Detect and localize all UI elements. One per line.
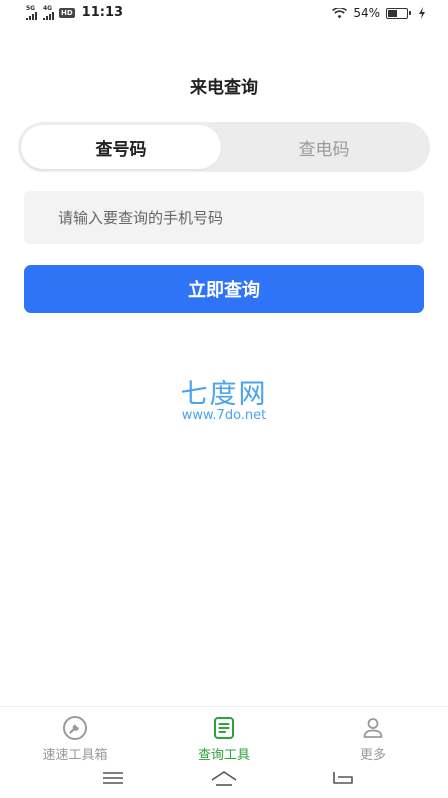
nav-item-query-tools[interactable]: 查询工具 xyxy=(164,715,284,763)
watermark-url: www.7do.net xyxy=(181,408,267,423)
phone-number-input[interactable] xyxy=(24,191,424,244)
nav-label-query-tools: 查询工具 xyxy=(197,748,250,763)
system-nav-bar xyxy=(0,764,448,798)
nav-item-toolbox[interactable]: 速速工具箱 xyxy=(15,715,135,763)
menu-icon[interactable] xyxy=(98,768,128,788)
status-bar: 5G 4G HD 11:13 54% xyxy=(0,0,448,28)
status-left: 5G 4G HD 11:13 xyxy=(26,5,123,20)
battery-icon xyxy=(386,7,411,19)
status-time: 11:13 xyxy=(81,5,124,20)
wifi-icon xyxy=(332,7,348,18)
hd-badge: HD xyxy=(59,7,75,18)
query-type-tabs: 查号码 查电码 xyxy=(18,122,430,172)
nav-label-more: 更多 xyxy=(359,748,386,763)
signal-5g-icon: 5G xyxy=(26,5,37,20)
nav-label-toolbox: 速速工具箱 xyxy=(42,748,108,763)
status-right: 54% xyxy=(332,6,426,20)
nav-item-more[interactable]: 更多 xyxy=(313,715,433,763)
back-icon[interactable] xyxy=(328,768,358,788)
document-icon xyxy=(214,717,234,739)
tab-query-telecode[interactable]: 查电码 xyxy=(224,125,424,169)
home-icon[interactable] xyxy=(209,768,239,788)
charging-icon xyxy=(419,7,425,19)
bottom-nav: 速速工具箱 查询工具 更多 xyxy=(0,706,448,764)
watermark-logo: 七度网 xyxy=(180,379,268,410)
signal-4g-icon: 4G xyxy=(43,5,54,20)
page-title: 来电查询 xyxy=(190,78,258,98)
tab-query-number[interactable]: 查号码 xyxy=(21,125,221,169)
query-now-button[interactable]: 立即查询 xyxy=(24,265,424,313)
battery-level xyxy=(388,9,397,17)
wrench-icon xyxy=(63,716,87,740)
battery-percent: 54% xyxy=(353,6,380,20)
person-icon xyxy=(363,718,383,738)
